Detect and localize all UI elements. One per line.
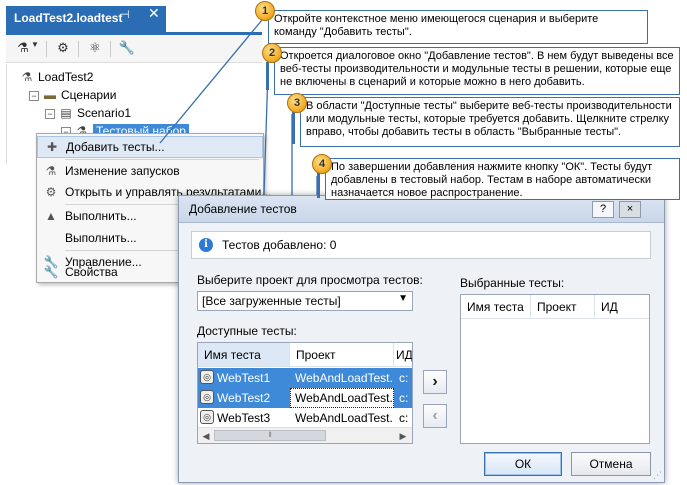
web-test-icon: ◎: [200, 390, 214, 404]
cancel-button[interactable]: Отмена: [571, 452, 651, 476]
scroll-right-icon[interactable]: ▶: [396, 429, 410, 443]
test-name-cell: WebTest3: [217, 411, 271, 425]
callout-badge-1: 1: [255, 1, 275, 21]
selected-tests-label: Выбранные тесты:: [460, 276, 565, 290]
callout-2-text: Откроется диалоговое окно "Добавление те…: [280, 50, 674, 88]
callout-1-text: Откройте контекстное меню имеющегося сце…: [274, 13, 599, 38]
add-tests-dialog: Добавление тестов ? × i Тестов добавлено…: [178, 195, 665, 483]
id-cell: c:: [399, 411, 409, 425]
remove-selected-button[interactable]: ‹: [423, 404, 447, 428]
help-button[interactable]: ?: [592, 201, 614, 218]
available-tests-label: Доступные тесты:: [197, 324, 297, 338]
horizontal-scrollbar[interactable]: ◀ ⦀ ▶: [198, 427, 412, 443]
column-header-id[interactable]: ИД: [595, 295, 649, 319]
project-cell: WebAndLoadTest...: [295, 411, 392, 425]
selected-tests-list[interactable]: Имя теста Проект ИД: [460, 294, 650, 444]
project-dropdown-value: [Все загруженные тесты]: [202, 294, 341, 308]
table-row[interactable]: ◎ WebTest1 WebAndLoadTest... c:: [198, 368, 412, 388]
chevron-down-icon: ▼: [398, 293, 408, 304]
test-name-cell: WebTest2: [217, 391, 271, 405]
callout-2-bar: [266, 62, 269, 90]
add-selected-button[interactable]: ›: [423, 370, 447, 394]
column-header-id[interactable]: ИД: [394, 343, 412, 367]
info-bar: i Тестов добавлено: 0: [191, 231, 651, 259]
available-tests-list[interactable]: Имя теста Проект ИД ◎ WebTest1 WebAndLoad…: [197, 342, 413, 444]
project-cell: WebAndLoadTest...: [295, 371, 392, 385]
callout-2: Откроется диалоговое окно "Добавление те…: [274, 47, 680, 95]
callout-3-text: В области "Доступные тесты" выберите веб…: [306, 100, 672, 138]
column-header-test-name[interactable]: Имя теста: [461, 295, 531, 319]
tests-added-count: Тестов добавлено: 0: [222, 238, 337, 252]
project-cell: WebAndLoadTest...: [290, 388, 394, 408]
project-dropdown[interactable]: [Все загруженные тесты] ▼: [197, 291, 413, 311]
column-header-test-name[interactable]: Имя теста: [198, 343, 290, 367]
callout-badge-4: 4: [312, 154, 332, 174]
dialog-title-bar[interactable]: Добавление тестов ? ×: [179, 196, 664, 223]
callout-4: По завершении добавления нажмите кнопку …: [325, 158, 680, 200]
test-name-cell: WebTest1: [217, 371, 271, 385]
table-row[interactable]: ◎ WebTest3 WebAndLoadTest... c:: [198, 408, 412, 428]
web-test-icon: ◎: [200, 370, 214, 384]
table-row[interactable]: ◎ WebTest2 WebAndLoadTest... c:: [198, 388, 412, 408]
callout-4-bar: [317, 172, 320, 198]
project-label: Выберите проект для просмотра тестов:: [197, 273, 423, 287]
web-test-icon: ◎: [200, 410, 214, 424]
id-cell: c:: [399, 371, 409, 385]
column-header-project[interactable]: Проект: [531, 295, 595, 319]
connector-line-1: [159, 19, 263, 144]
callout-badge-3: 3: [287, 93, 307, 113]
callout-badge-2: 2: [262, 43, 282, 63]
callout-4-text: По завершении добавления нажмите кнопку …: [331, 161, 653, 199]
dialog-close-button[interactable]: ×: [619, 201, 641, 218]
callout-1: Откройте контекстное меню имеющегося сце…: [268, 10, 648, 44]
id-cell: c:: [399, 391, 409, 405]
callout-3-bar: [292, 112, 295, 144]
callout-3: В области "Доступные тесты" выберите веб…: [300, 97, 680, 147]
column-header-project[interactable]: Проект: [290, 343, 394, 367]
dialog-title: Добавление тестов: [189, 202, 297, 216]
scroll-left-icon[interactable]: ◀: [199, 429, 213, 443]
ok-button[interactable]: ОК: [484, 452, 562, 476]
scrollbar-thumb[interactable]: ⦀: [214, 430, 326, 441]
info-icon: i: [199, 238, 213, 252]
resize-grip-icon[interactable]: ⋰: [653, 470, 662, 481]
